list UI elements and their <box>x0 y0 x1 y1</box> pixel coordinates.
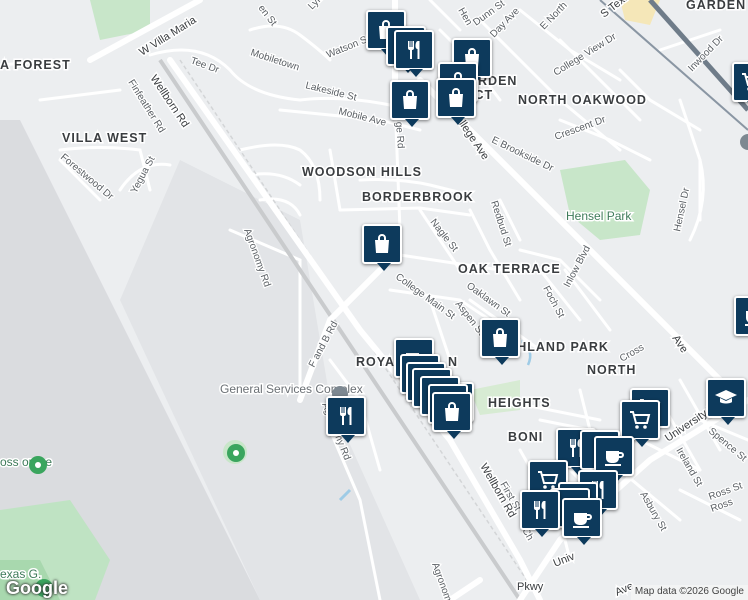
map-canvas[interactable]: WOODSON HILLS BORDERBROOK OAK TERRACE VI… <box>0 0 748 600</box>
label-hensel-park: Hensel Park <box>566 209 632 223</box>
map-base: WOODSON HILLS BORDERBROOK OAK TERRACE VI… <box>0 0 748 600</box>
listing-pin-coffee[interactable] <box>562 498 602 545</box>
listing-pin-graduation-cap[interactable] <box>706 378 746 425</box>
listing-pin-shopping-bag[interactable] <box>436 78 476 125</box>
label-boni: BONI <box>508 430 543 444</box>
listing-pin-shopping-cart[interactable] <box>732 62 748 109</box>
label-royal-n: N <box>448 355 458 369</box>
listing-pin-restaurant[interactable] <box>520 490 560 537</box>
listing-pin-restaurant[interactable] <box>394 30 434 77</box>
listing-pin-coffee[interactable] <box>734 296 748 336</box>
listing-pin-restaurant[interactable] <box>326 396 366 443</box>
listing-pin-shopping-bag[interactable] <box>390 80 430 127</box>
label-borderbrook: BORDERBROOK <box>362 190 474 204</box>
label-villa-west: VILLA WEST <box>62 131 147 145</box>
label-heights: HEIGHTS <box>488 396 551 410</box>
label-oak-terrace: OAK TERRACE <box>458 262 561 276</box>
listing-pin-shopping-bag[interactable] <box>362 224 402 271</box>
listing-pin-shopping-cart[interactable] <box>620 400 660 447</box>
listing-pin-shopping-bag[interactable] <box>480 318 520 365</box>
label-forest: A FOREST <box>0 58 71 72</box>
map-attribution[interactable]: Map data ©2026 Google <box>630 585 748 600</box>
listing-pin-shopping-bag[interactable] <box>432 392 472 439</box>
label-pkwy: Pkwy <box>517 581 544 593</box>
label-garden: GARDEN <box>686 0 746 12</box>
label-woodson-hills: WOODSON HILLS <box>302 165 422 179</box>
google-logo: Google <box>6 578 68 598</box>
label-college-rd: ge Rd <box>393 121 406 148</box>
label-north-oakwood: NORTH OAKWOOD <box>518 93 647 107</box>
label-north: NORTH <box>587 363 636 377</box>
